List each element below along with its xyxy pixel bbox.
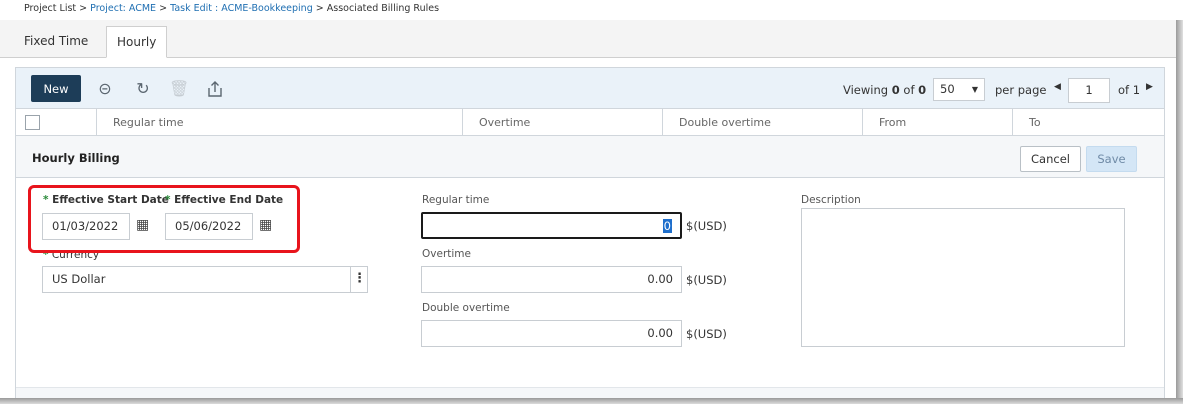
overtime-unit: $(USD) [686,273,727,287]
grid-column-header: Regular time Overtime Double overtime Fr… [16,109,1164,136]
tab-fixed-time[interactable]: Fixed Time [14,26,98,58]
form-title: Hourly Billing [32,151,120,165]
double-overtime-unit: $(USD) [686,327,727,341]
tab-hourly[interactable]: Hourly [106,26,168,58]
page-total: of 1 [1118,83,1141,97]
double-overtime-label: Double overtime [422,302,510,314]
breadcrumb-current: Associated Billing Rules [326,3,440,14]
description-textarea[interactable] [801,208,1125,347]
column-overtime[interactable]: Overtime [462,109,662,136]
select-all-checkbox[interactable] [25,115,40,130]
regular-time-value: 0 [662,219,672,233]
viewing-from: 0 [891,83,900,97]
viewing-prefix: Viewing [843,83,889,97]
column-regular-time[interactable]: Regular time [96,109,462,136]
export-icon[interactable] [205,79,225,99]
viewing-count: Viewing 0 of 0 [843,83,926,97]
form-header: Hourly Billing Cancel Save [16,136,1164,178]
viewing-of: of [903,83,915,97]
page-size-value: 50 [940,82,955,96]
breadcrumb-project[interactable]: Project: ACME [90,3,156,14]
column-to[interactable]: To [1012,109,1164,136]
save-button[interactable]: Save [1086,146,1137,172]
next-page-icon[interactable]: ▶ [1146,82,1153,92]
new-button[interactable]: New [31,75,81,102]
more-options-icon[interactable]: ⋮ [350,266,368,293]
breadcrumb-separator: > [79,3,88,14]
window-shadow-bottom [0,398,1183,404]
tab-bar: Fixed Time Hourly [0,20,1176,58]
description-label: Description [801,194,861,206]
cancel-button[interactable]: Cancel [1020,146,1081,172]
breadcrumb-separator: > [159,3,168,14]
regular-time-unit: $(USD) [686,219,727,233]
trash-icon[interactable]: 🗑︎ [169,79,189,99]
column-from[interactable]: From [862,109,1012,136]
column-double-overtime[interactable]: Double overtime [662,109,862,136]
date-fields-highlight [28,185,300,253]
page-size-select[interactable]: 50 ▼ [933,78,985,101]
breadcrumb-separator: > [315,3,324,14]
refresh-icon[interactable]: ↻ [133,79,153,99]
per-page-label: per page [995,83,1047,97]
breadcrumb: Project List > Project: ACME > Task Edit… [24,3,439,14]
chevron-down-icon: ▼ [971,85,978,94]
overtime-label: Overtime [422,248,471,260]
breadcrumb-task[interactable]: Task Edit : ACME-Bookkeeping [170,3,313,14]
window-shadow-right [1176,20,1183,404]
overtime-input[interactable]: 0.00 [421,266,682,293]
grid-toolbar: New ⊝ ↻ 🗑︎ Viewing 0 of 0 50 ▼ per page … [16,68,1164,109]
viewing-total: 0 [918,83,927,97]
regular-time-input[interactable]: 0 [421,212,682,239]
back-icon[interactable]: ⊝ [95,79,115,99]
breadcrumb-project-list[interactable]: Project List [24,3,76,14]
prev-page-icon[interactable]: ◀ [1054,82,1061,92]
currency-select[interactable]: US Dollar [42,266,368,293]
regular-time-label: Regular time [422,194,490,206]
page-number-input[interactable]: 1 [1068,78,1110,103]
double-overtime-input[interactable]: 0.00 [421,320,682,347]
